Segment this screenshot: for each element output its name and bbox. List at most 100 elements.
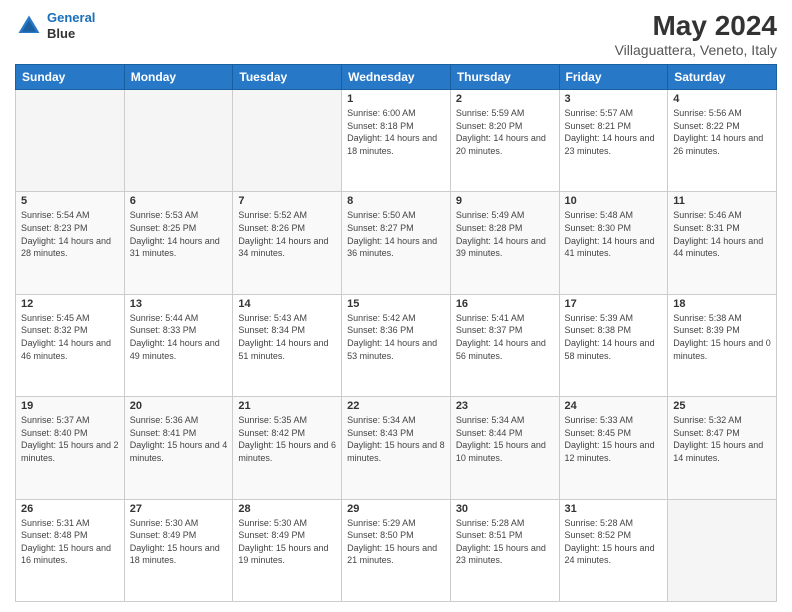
day-info: Sunrise: 5:38 AMSunset: 8:39 PMDaylight:…: [673, 312, 771, 362]
calendar-header-row: SundayMondayTuesdayWednesdayThursdayFrid…: [16, 65, 777, 90]
day-info: Sunrise: 5:54 AMSunset: 8:23 PMDaylight:…: [21, 209, 119, 259]
calendar-day-cell: 22 Sunrise: 5:34 AMSunset: 8:43 PMDaylig…: [342, 397, 451, 499]
calendar-day-cell: [124, 90, 233, 192]
day-info: Sunrise: 5:42 AMSunset: 8:36 PMDaylight:…: [347, 312, 445, 362]
calendar-day-cell: 21 Sunrise: 5:35 AMSunset: 8:42 PMDaylig…: [233, 397, 342, 499]
calendar-day-cell: 24 Sunrise: 5:33 AMSunset: 8:45 PMDaylig…: [559, 397, 668, 499]
calendar-week-row: 1 Sunrise: 6:00 AMSunset: 8:18 PMDayligh…: [16, 90, 777, 192]
calendar-day-cell: 29 Sunrise: 5:29 AMSunset: 8:50 PMDaylig…: [342, 499, 451, 601]
day-number: 27: [130, 503, 228, 515]
day-number: 19: [21, 400, 119, 412]
day-info: Sunrise: 6:00 AMSunset: 8:18 PMDaylight:…: [347, 107, 445, 157]
day-info: Sunrise: 5:33 AMSunset: 8:45 PMDaylight:…: [565, 414, 663, 464]
day-info: Sunrise: 5:36 AMSunset: 8:41 PMDaylight:…: [130, 414, 228, 464]
logo-icon: [15, 12, 43, 40]
calendar-day-cell: 25 Sunrise: 5:32 AMSunset: 8:47 PMDaylig…: [668, 397, 777, 499]
calendar-day-cell: 4 Sunrise: 5:56 AMSunset: 8:22 PMDayligh…: [668, 90, 777, 192]
title-area: May 2024 Villaguattera, Veneto, Italy: [615, 10, 777, 58]
day-info: Sunrise: 5:35 AMSunset: 8:42 PMDaylight:…: [238, 414, 336, 464]
calendar-body: 1 Sunrise: 6:00 AMSunset: 8:18 PMDayligh…: [16, 90, 777, 602]
calendar-day-cell: 1 Sunrise: 6:00 AMSunset: 8:18 PMDayligh…: [342, 90, 451, 192]
day-info: Sunrise: 5:34 AMSunset: 8:44 PMDaylight:…: [456, 414, 554, 464]
day-number: 5: [21, 195, 119, 207]
day-info: Sunrise: 5:48 AMSunset: 8:30 PMDaylight:…: [565, 209, 663, 259]
day-info: Sunrise: 5:34 AMSunset: 8:43 PMDaylight:…: [347, 414, 445, 464]
calendar-week-row: 26 Sunrise: 5:31 AMSunset: 8:48 PMDaylig…: [16, 499, 777, 601]
calendar-header-cell: Friday: [559, 65, 668, 90]
calendar-week-row: 12 Sunrise: 5:45 AMSunset: 8:32 PMDaylig…: [16, 294, 777, 396]
calendar-day-cell: 7 Sunrise: 5:52 AMSunset: 8:26 PMDayligh…: [233, 192, 342, 294]
day-number: 17: [565, 298, 663, 310]
calendar-day-cell: 19 Sunrise: 5:37 AMSunset: 8:40 PMDaylig…: [16, 397, 125, 499]
calendar-day-cell: [668, 499, 777, 601]
day-info: Sunrise: 5:28 AMSunset: 8:51 PMDaylight:…: [456, 517, 554, 567]
day-number: 1: [347, 93, 445, 105]
calendar-day-cell: 11 Sunrise: 5:46 AMSunset: 8:31 PMDaylig…: [668, 192, 777, 294]
day-number: 4: [673, 93, 771, 105]
calendar-day-cell: 2 Sunrise: 5:59 AMSunset: 8:20 PMDayligh…: [450, 90, 559, 192]
subtitle: Villaguattera, Veneto, Italy: [615, 42, 777, 58]
day-info: Sunrise: 5:32 AMSunset: 8:47 PMDaylight:…: [673, 414, 771, 464]
day-info: Sunrise: 5:53 AMSunset: 8:25 PMDaylight:…: [130, 209, 228, 259]
calendar-day-cell: 23 Sunrise: 5:34 AMSunset: 8:44 PMDaylig…: [450, 397, 559, 499]
calendar-week-row: 19 Sunrise: 5:37 AMSunset: 8:40 PMDaylig…: [16, 397, 777, 499]
day-number: 29: [347, 503, 445, 515]
day-number: 25: [673, 400, 771, 412]
page: General Blue May 2024 Villaguattera, Ven…: [0, 0, 792, 612]
calendar-day-cell: 9 Sunrise: 5:49 AMSunset: 8:28 PMDayligh…: [450, 192, 559, 294]
calendar-day-cell: 13 Sunrise: 5:44 AMSunset: 8:33 PMDaylig…: [124, 294, 233, 396]
calendar-header-cell: Monday: [124, 65, 233, 90]
calendar-day-cell: [233, 90, 342, 192]
calendar-day-cell: 26 Sunrise: 5:31 AMSunset: 8:48 PMDaylig…: [16, 499, 125, 601]
day-number: 13: [130, 298, 228, 310]
calendar-day-cell: 10 Sunrise: 5:48 AMSunset: 8:30 PMDaylig…: [559, 192, 668, 294]
day-number: 12: [21, 298, 119, 310]
calendar-header-cell: Saturday: [668, 65, 777, 90]
logo-text: General Blue: [47, 10, 95, 41]
calendar-day-cell: 3 Sunrise: 5:57 AMSunset: 8:21 PMDayligh…: [559, 90, 668, 192]
day-number: 26: [21, 503, 119, 515]
day-number: 7: [238, 195, 336, 207]
day-info: Sunrise: 5:41 AMSunset: 8:37 PMDaylight:…: [456, 312, 554, 362]
day-info: Sunrise: 5:39 AMSunset: 8:38 PMDaylight:…: [565, 312, 663, 362]
day-info: Sunrise: 5:49 AMSunset: 8:28 PMDaylight:…: [456, 209, 554, 259]
day-number: 23: [456, 400, 554, 412]
day-info: Sunrise: 5:57 AMSunset: 8:21 PMDaylight:…: [565, 107, 663, 157]
day-number: 8: [347, 195, 445, 207]
day-number: 2: [456, 93, 554, 105]
day-info: Sunrise: 5:31 AMSunset: 8:48 PMDaylight:…: [21, 517, 119, 567]
calendar-day-cell: 27 Sunrise: 5:30 AMSunset: 8:49 PMDaylig…: [124, 499, 233, 601]
calendar-header-cell: Tuesday: [233, 65, 342, 90]
calendar-week-row: 5 Sunrise: 5:54 AMSunset: 8:23 PMDayligh…: [16, 192, 777, 294]
day-number: 16: [456, 298, 554, 310]
calendar-table: SundayMondayTuesdayWednesdayThursdayFrid…: [15, 64, 777, 602]
calendar-day-cell: 6 Sunrise: 5:53 AMSunset: 8:25 PMDayligh…: [124, 192, 233, 294]
day-number: 21: [238, 400, 336, 412]
day-number: 11: [673, 195, 771, 207]
calendar-header-cell: Sunday: [16, 65, 125, 90]
day-number: 10: [565, 195, 663, 207]
day-number: 9: [456, 195, 554, 207]
day-number: 15: [347, 298, 445, 310]
day-number: 14: [238, 298, 336, 310]
logo: General Blue: [15, 10, 95, 41]
calendar-header-cell: Thursday: [450, 65, 559, 90]
day-number: 20: [130, 400, 228, 412]
day-number: 24: [565, 400, 663, 412]
day-number: 18: [673, 298, 771, 310]
calendar-day-cell: 17 Sunrise: 5:39 AMSunset: 8:38 PMDaylig…: [559, 294, 668, 396]
calendar-day-cell: 16 Sunrise: 5:41 AMSunset: 8:37 PMDaylig…: [450, 294, 559, 396]
day-info: Sunrise: 5:29 AMSunset: 8:50 PMDaylight:…: [347, 517, 445, 567]
calendar-day-cell: 18 Sunrise: 5:38 AMSunset: 8:39 PMDaylig…: [668, 294, 777, 396]
day-number: 31: [565, 503, 663, 515]
day-number: 28: [238, 503, 336, 515]
calendar-day-cell: 30 Sunrise: 5:28 AMSunset: 8:51 PMDaylig…: [450, 499, 559, 601]
day-info: Sunrise: 5:52 AMSunset: 8:26 PMDaylight:…: [238, 209, 336, 259]
day-info: Sunrise: 5:56 AMSunset: 8:22 PMDaylight:…: [673, 107, 771, 157]
day-number: 3: [565, 93, 663, 105]
day-number: 6: [130, 195, 228, 207]
calendar-day-cell: 8 Sunrise: 5:50 AMSunset: 8:27 PMDayligh…: [342, 192, 451, 294]
day-info: Sunrise: 5:28 AMSunset: 8:52 PMDaylight:…: [565, 517, 663, 567]
calendar-day-cell: 20 Sunrise: 5:36 AMSunset: 8:41 PMDaylig…: [124, 397, 233, 499]
calendar-day-cell: 5 Sunrise: 5:54 AMSunset: 8:23 PMDayligh…: [16, 192, 125, 294]
